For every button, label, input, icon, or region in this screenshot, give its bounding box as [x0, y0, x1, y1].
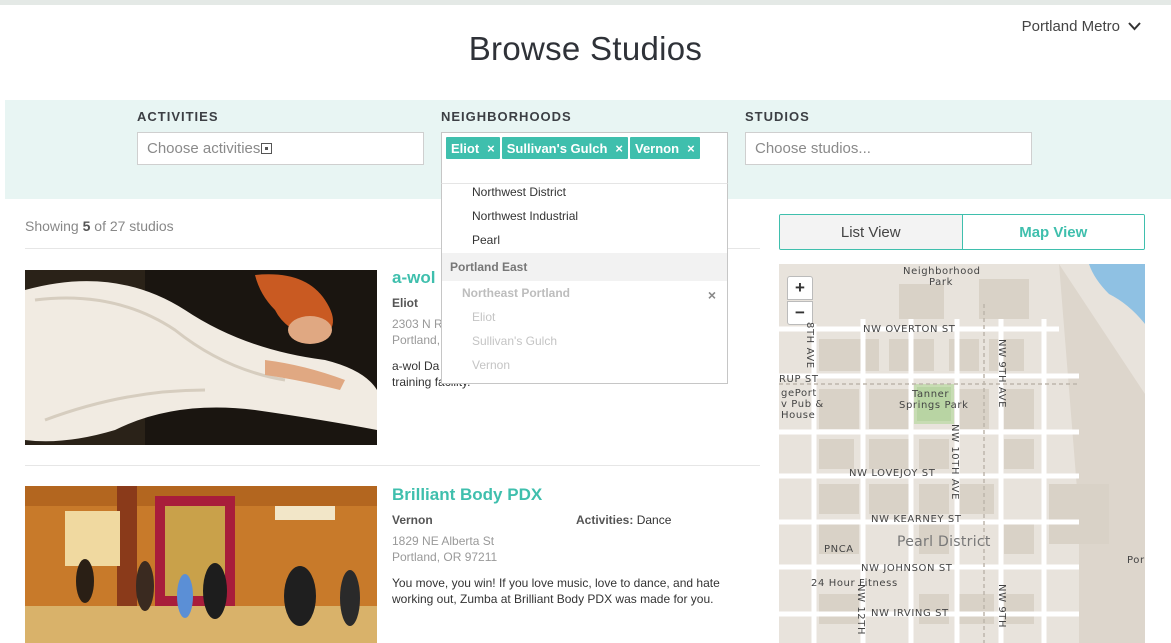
results-suffix: of 27 studios — [90, 218, 174, 234]
studio-address-line2: Portland, OR 97211 — [392, 550, 498, 564]
dropdown-item-vernon-disabled: Vernon — [472, 358, 511, 372]
studios-placeholder: Choose studios... — [755, 140, 871, 157]
map-label-9th-lower: NW 9TH — [996, 584, 1007, 629]
tag-label: Vernon — [634, 140, 680, 156]
studio-address-line1: 1829 NE Alberta St — [392, 534, 495, 548]
neighborhood-tag-vernon: Vernon × — [629, 137, 700, 159]
dropdown-item-northwest-industrial[interactable]: Northwest Industrial — [472, 209, 578, 223]
view-toggle: List View Map View — [779, 214, 1145, 250]
studio-neighborhood: Vernon — [392, 513, 433, 527]
studio-description-line1: You move, you win! If you love music, lo… — [392, 576, 720, 590]
dropdown-item-northwest-district[interactable]: Northwest District — [472, 185, 566, 199]
neighborhood-tag-sullivans-gulch: Sullivan's Gulch × — [501, 137, 628, 159]
map-label-overton: NW OVERTON ST — [863, 324, 956, 335]
list-view-button[interactable]: List View — [780, 215, 963, 249]
studio-photo-dance[interactable] — [25, 486, 377, 643]
activities-placeholder: Choose activities — [147, 140, 261, 157]
dropdown-group-portland-east: Portland East — [442, 253, 727, 281]
activities-label: ACTIVITIES — [137, 109, 219, 124]
map-label-park2: Park — [929, 277, 954, 288]
neighborhood-tag-eliot: Eliot × — [446, 137, 500, 159]
map-label-johnson: NW JOHNSON ST — [861, 563, 953, 574]
activities-value: Dance — [636, 513, 672, 527]
map-label-park: Neighborhood — [903, 266, 981, 277]
neighborhoods-input[interactable]: Eliot × Sullivan's Gulch × Vernon × — [441, 132, 728, 184]
divider — [25, 465, 760, 466]
map-label-por: Por — [1127, 555, 1145, 566]
activities-label-inline: Activities: — [576, 513, 634, 527]
studios-label: STUDIOS — [745, 109, 810, 124]
tag-label: Eliot — [451, 140, 480, 156]
studio-photo-aerial[interactable] — [25, 270, 377, 445]
map-label-pub3: House — [781, 410, 816, 421]
studio-description-line2: working out, Zumba at Brilliant Body PDX… — [392, 592, 714, 606]
map-label-tanner1: Tanner — [912, 389, 950, 400]
studio-neighborhood: Eliot — [392, 296, 418, 310]
page-title: Browse Studios — [468, 30, 703, 67]
tag-remove-icon[interactable]: × — [687, 141, 695, 156]
tag-remove-icon[interactable]: × — [487, 141, 495, 156]
activities-input[interactable]: Choose activities — [137, 132, 424, 165]
dropdown-item-eliot-disabled: Eliot — [472, 310, 496, 324]
tag-remove-icon[interactable]: × — [615, 141, 623, 156]
neighborhoods-label: NEIGHBORHOODS — [441, 109, 572, 124]
neighborhoods-dropdown: Northwest District Northwest Industrial … — [441, 183, 728, 384]
map-view-button[interactable]: Map View — [962, 215, 1144, 249]
map-label-kearney: NW KEARNEY ST — [871, 514, 962, 525]
top-border — [0, 0, 1171, 5]
map-label-tanner2: Springs Park — [899, 400, 969, 411]
map-label-rup: RUP ST — [779, 374, 819, 385]
map-label-pub2: v Pub & — [781, 399, 824, 410]
map-label-pearl-district: Pearl District — [897, 534, 991, 550]
map-label-pub1: gePort — [781, 388, 817, 399]
map[interactable]: + − Neighborhood Park NW OVERTON ST 8TH … — [779, 264, 1145, 643]
studio-activities: Activities: Dance — [576, 513, 671, 527]
map-label-irving: NW IRVING ST — [871, 608, 949, 619]
cursor-icon — [261, 143, 273, 154]
map-label-9th-ave: NW 9TH AVE — [996, 339, 1007, 409]
close-icon[interactable]: × — [708, 287, 716, 303]
map-label-lovejoy: NW LOVEJOY ST — [849, 468, 936, 479]
studio-name-link[interactable]: Brilliant Body PDX — [392, 485, 542, 505]
studio-name-link[interactable]: a-wol — [392, 268, 435, 288]
results-count: Showing 5 of 27 studios — [25, 218, 174, 234]
dropdown-subgroup-northeast-portland: Northeast Portland — [462, 286, 571, 300]
studios-input[interactable]: Choose studios... — [745, 132, 1032, 165]
results-prefix: Showing — [25, 218, 83, 234]
map-label-10th-ave: NW 10TH AVE — [949, 424, 960, 501]
map-label-pnca: PNCA — [824, 544, 854, 555]
dropdown-item-sullivans-gulch-disabled: Sullivan's Gulch — [472, 334, 557, 348]
zoom-in-button[interactable]: + — [787, 276, 813, 300]
studio-address-line1: 2303 N R — [392, 317, 443, 331]
map-label-12th: NW 12TH — [855, 584, 866, 636]
dropdown-item-pearl[interactable]: Pearl — [472, 233, 500, 247]
tag-label: Sullivan's Gulch — [506, 140, 608, 156]
map-label-8th-ave: 8TH AVE — [804, 322, 815, 369]
studio-address-line2: Portland, — [392, 333, 441, 347]
